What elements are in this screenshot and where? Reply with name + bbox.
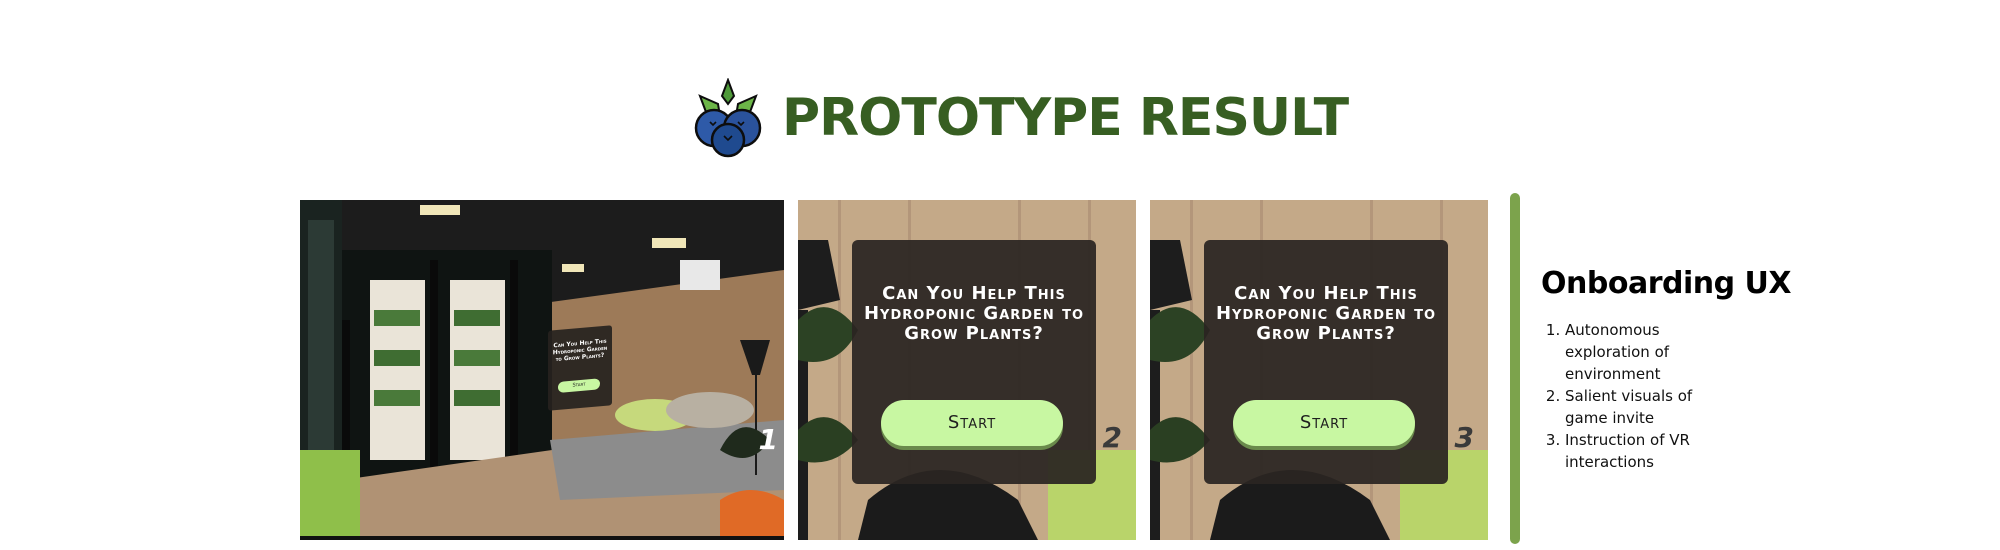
prototype-screenshot-1: Can You Help This Hydroponic Garden to G… [300,200,784,540]
panel-number: 1 [758,423,778,456]
onboarding-list: Autonomous exploration of environment Sa… [1541,319,1735,473]
game-invite-card: Can You Help This Hydroponic Garden to G… [548,325,612,411]
vr-room-scene [300,200,784,540]
start-button[interactable]: Start [881,400,1063,446]
prototype-screenshot-3: Can You Help This Hydroponic Garden to G… [1150,200,1488,540]
panel-number: 2 [1102,421,1122,454]
prototype-screenshot-2: Can You Help This Hydroponic Garden to G… [798,200,1136,540]
list-item: Instruction of VR interactions [1565,429,1735,473]
blueberry-icon [694,78,762,158]
game-invite-text: Can You Help This Hydroponic Garden to G… [863,283,1085,344]
page-header: PROTOTYPE RESULT [690,78,1349,158]
page-title: PROTOTYPE RESULT [782,88,1349,148]
game-invite-card: Can You Help This Hydroponic Garden to G… [852,240,1096,484]
game-invite-text: Can You Help This Hydroponic Garden to G… [1215,283,1437,344]
vertical-divider [1510,193,1520,544]
start-button[interactable]: Start [558,378,600,393]
game-invite-text: Can You Help This Hydroponic Garden to G… [552,337,608,364]
panel-number: 3 [1454,421,1474,454]
section-title: Onboarding UX [1541,266,1792,301]
game-invite-card: Can You Help This Hydroponic Garden to G… [1204,240,1448,484]
list-item: Autonomous exploration of environment [1565,319,1735,385]
list-item: Salient visuals of game invite [1565,385,1735,429]
start-button[interactable]: Start [1233,400,1415,446]
